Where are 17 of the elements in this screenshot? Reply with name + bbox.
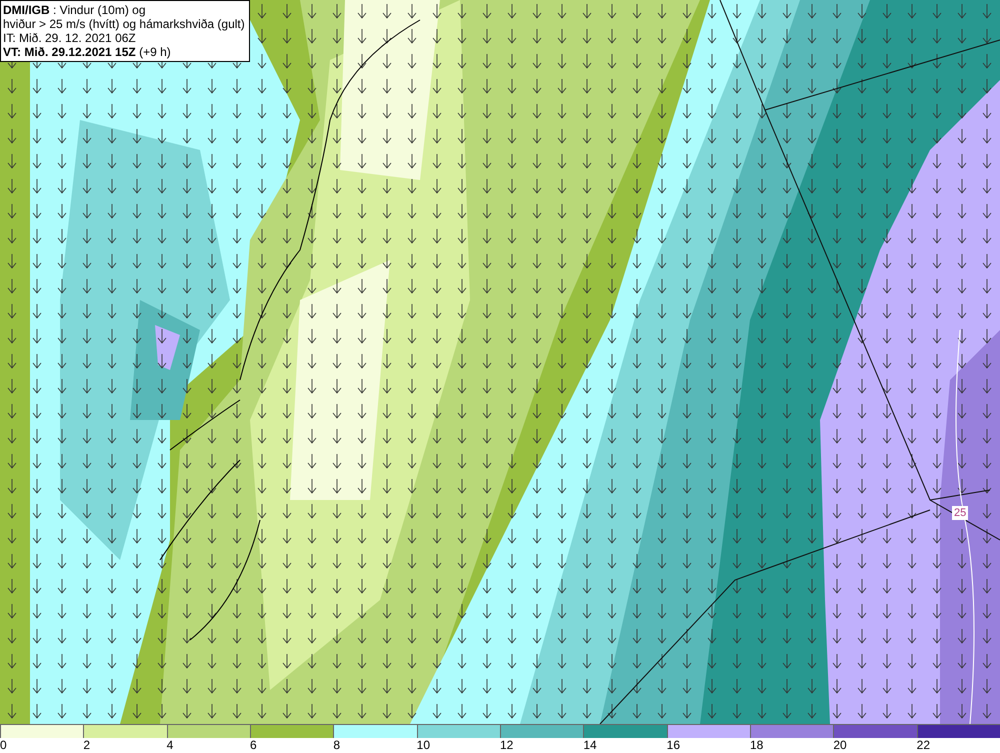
- scale-tick-label: 20: [833, 738, 847, 753]
- scale-tick-label: 0: [0, 738, 7, 753]
- title-line: VT: Mið. 29.12.2021 15Z (+9 h): [3, 45, 172, 59]
- scale-tick-label: 12: [500, 738, 514, 753]
- scale-tick-label: 10: [416, 738, 430, 753]
- scale-tick-label: 14: [583, 738, 597, 753]
- title-line: DMI/IGB : Vindur (10m) og: [3, 3, 146, 17]
- scale-tick-label: 2: [83, 738, 90, 753]
- scale-tick-label: 6: [250, 738, 257, 753]
- scale-tick-label: 8: [333, 738, 340, 753]
- scale-tick-label: 4: [166, 738, 174, 753]
- scale-tick-label: 22: [916, 738, 930, 753]
- scale-tick-label: 18: [750, 738, 764, 753]
- title-line: hviður > 25 m/s (hvítt) og hámarkshviða (gult): [3, 17, 245, 31]
- title-line: IT: Mið. 29. 12. 2021 06Z: [3, 31, 137, 45]
- contour-label: 25: [952, 506, 968, 520]
- scale-tick-label: 16: [666, 738, 680, 753]
